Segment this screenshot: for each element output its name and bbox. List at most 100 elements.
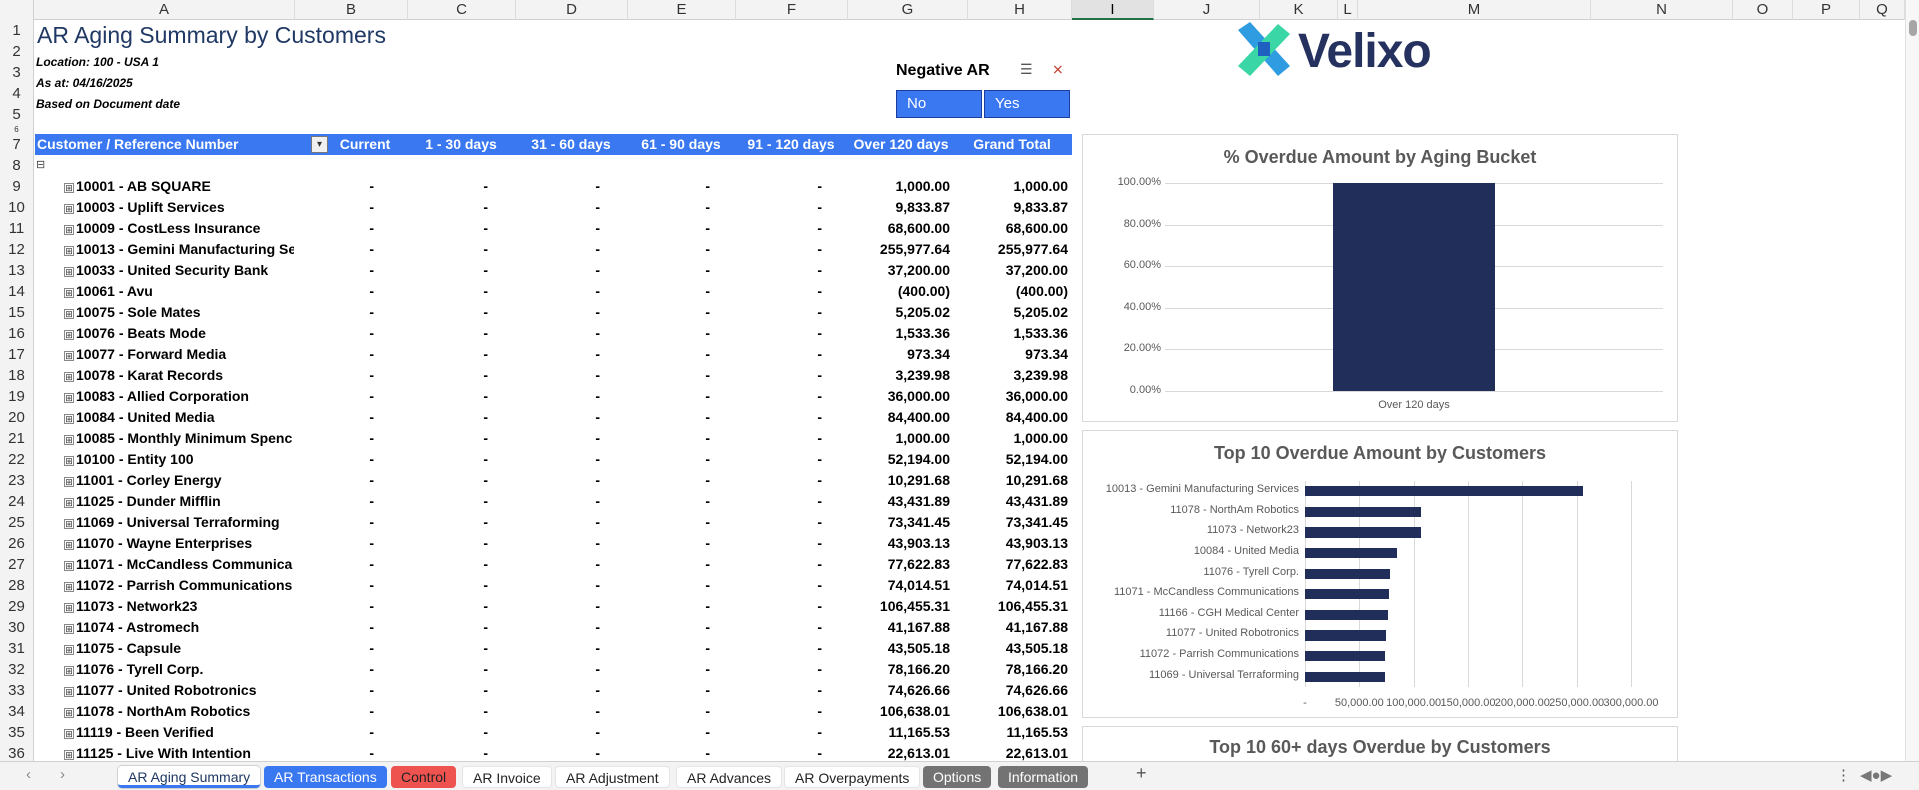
row-header[interactable]: 34 xyxy=(0,701,34,722)
row-header[interactable]: 11 xyxy=(0,218,34,239)
column-header-f[interactable]: F xyxy=(736,0,848,20)
row-header[interactable]: 7 xyxy=(0,134,34,155)
column-header-a[interactable]: A xyxy=(34,0,295,20)
sheet-tab-ar-transactions[interactable]: AR Transactions xyxy=(264,766,387,788)
next-sheet-icon[interactable]: › xyxy=(60,766,65,783)
customer-name[interactable]: ⊞ 11069 - Universal Terraforming xyxy=(64,512,294,533)
row-header[interactable]: 13 xyxy=(0,260,34,281)
customer-name[interactable]: ⊞ 10001 - AB SQUARE xyxy=(64,176,294,197)
bar-customer-overdue[interactable] xyxy=(1305,650,1386,662)
customer-name[interactable]: ⊞ 11073 - Network23 xyxy=(64,596,294,617)
customer-name[interactable]: ⊞ 10009 - CostLess Insurance xyxy=(64,218,294,239)
customer-name[interactable]: ⊞ 11075 - Capsule xyxy=(64,638,294,659)
customer-name[interactable]: ⊞ 10085 - Monthly Minimum Spenc xyxy=(64,428,294,449)
tab-scroll-control-icon[interactable]: ◀●▶ xyxy=(1860,766,1892,784)
row-header[interactable]: 22 xyxy=(0,449,34,470)
expand-row-icon[interactable]: ⊞ xyxy=(64,582,74,592)
row-header[interactable]: 18 xyxy=(0,365,34,386)
customer-name[interactable]: ⊞ 11076 - Tyrell Corp. xyxy=(64,659,294,680)
expand-row-icon[interactable]: ⊞ xyxy=(64,414,74,424)
slicer-option-no[interactable]: No xyxy=(896,90,982,118)
row-header[interactable]: 8 xyxy=(0,155,34,176)
customer-name[interactable]: ⊞ 10075 - Sole Mates xyxy=(64,302,294,323)
customer-name[interactable]: ⊞ 10061 - Avu xyxy=(64,281,294,302)
chart-overdue-by-bucket[interactable]: % Overdue Amount by Aging Bucket 0.00% 20.… xyxy=(1082,134,1678,422)
expand-row-icon[interactable]: ⊞ xyxy=(64,309,74,319)
expand-row-icon[interactable]: ⊞ xyxy=(64,708,74,718)
row-header[interactable]: 21 xyxy=(0,428,34,449)
row-header[interactable]: 23 xyxy=(0,470,34,491)
row-header[interactable]: 4 xyxy=(0,83,34,104)
expand-row-icon[interactable]: ⊞ xyxy=(64,750,74,760)
expand-row-icon[interactable]: ⊞ xyxy=(64,519,74,529)
expand-row-icon[interactable]: ⊞ xyxy=(64,666,74,676)
customer-name[interactable]: ⊞ 10100 - Entity 100 xyxy=(64,449,294,470)
column-header-g[interactable]: G xyxy=(848,0,968,20)
bar-customer-overdue[interactable] xyxy=(1305,547,1397,559)
row-header[interactable]: 32 xyxy=(0,659,34,680)
more-options-icon[interactable]: ⋮ xyxy=(1836,766,1851,784)
multi-select-icon[interactable]: ☰ xyxy=(1020,61,1033,78)
expand-row-icon[interactable]: ⊞ xyxy=(64,498,74,508)
row-header[interactable]: 9 xyxy=(0,176,34,197)
collapse-all-icon[interactable]: ⊟ xyxy=(36,155,50,176)
expand-row-icon[interactable]: ⊞ xyxy=(64,393,74,403)
chart-top10-overdue[interactable]: Top 10 Overdue Amount by Customers -50,00… xyxy=(1082,430,1678,718)
sheet-tab-ar-aging-summary[interactable]: AR Aging Summary xyxy=(118,766,261,788)
customer-name[interactable]: ⊞ 11001 - Corley Energy xyxy=(64,470,294,491)
expand-row-icon[interactable]: ⊞ xyxy=(64,561,74,571)
column-header-c[interactable]: C xyxy=(408,0,516,20)
row-header[interactable]: 6 xyxy=(0,125,34,134)
customer-name[interactable]: ⊞ 10084 - United Media xyxy=(64,407,294,428)
customer-name[interactable]: ⊞ 11072 - Parrish Communications xyxy=(64,575,294,596)
row-header[interactable]: 12 xyxy=(0,239,34,260)
expand-row-icon[interactable]: ⊞ xyxy=(64,288,74,298)
row-header[interactable]: 16 xyxy=(0,323,34,344)
select-all-corner[interactable] xyxy=(0,0,34,20)
row-header[interactable]: 29 xyxy=(0,596,34,617)
column-header-h[interactable]: H xyxy=(968,0,1072,20)
bar-customer-overdue[interactable] xyxy=(1305,630,1387,641)
filter-dropdown-icon[interactable]: ▾ xyxy=(311,136,328,153)
bar-customer-overdue[interactable] xyxy=(1305,568,1390,579)
row-header[interactable]: 28 xyxy=(0,575,34,596)
sheet-tab-information[interactable]: Information xyxy=(998,766,1089,788)
expand-row-icon[interactable]: ⊞ xyxy=(64,540,74,550)
prev-sheet-icon[interactable]: ‹ xyxy=(26,766,31,783)
customer-name[interactable]: ⊞ 10078 - Karat Records xyxy=(64,365,294,386)
row-header[interactable]: 25 xyxy=(0,512,34,533)
row-header[interactable]: 20 xyxy=(0,407,34,428)
sheet-tab-options[interactable]: Options xyxy=(923,766,992,788)
add-sheet-icon[interactable]: + xyxy=(1136,763,1147,784)
expand-row-icon[interactable]: ⊞ xyxy=(64,351,74,361)
bar-customer-overdue[interactable] xyxy=(1305,527,1421,538)
bar-customer-overdue[interactable] xyxy=(1305,589,1390,600)
expand-row-icon[interactable]: ⊞ xyxy=(64,330,74,340)
customer-name[interactable]: ⊞ 11025 - Dunder Mifflin xyxy=(64,491,294,512)
expand-row-icon[interactable]: ⊞ xyxy=(64,729,74,739)
row-header[interactable]: 35 xyxy=(0,722,34,743)
column-header-e[interactable]: E xyxy=(628,0,736,20)
slicer-option-yes[interactable]: Yes xyxy=(984,90,1070,118)
customer-name[interactable]: ⊞ 11071 - McCandless Communica xyxy=(64,554,294,575)
customer-name[interactable]: ⊞ 10033 - United Security Bank xyxy=(64,260,294,281)
column-header-k[interactable]: K xyxy=(1260,0,1338,20)
bar-customer-overdue[interactable] xyxy=(1305,486,1584,497)
row-header[interactable]: 10 xyxy=(0,197,34,218)
row-header[interactable]: 33 xyxy=(0,680,34,701)
bar-customer-overdue[interactable] xyxy=(1305,671,1385,682)
bar-over-120-days[interactable] xyxy=(1333,183,1495,391)
row-header[interactable]: 14 xyxy=(0,281,34,302)
column-header-m[interactable]: M xyxy=(1358,0,1591,20)
expand-row-icon[interactable]: ⊞ xyxy=(64,645,74,655)
column-header-d[interactable]: D xyxy=(516,0,628,20)
vertical-scrollbar[interactable] xyxy=(1905,0,1919,761)
row-header[interactable]: 1 xyxy=(0,20,34,41)
bar-customer-overdue[interactable] xyxy=(1305,609,1389,621)
customer-name[interactable]: ⊞ 11070 - Wayne Enterprises xyxy=(64,533,294,554)
row-header[interactable]: 15 xyxy=(0,302,34,323)
customer-name[interactable]: ⊞ 10013 - Gemini Manufacturing Se xyxy=(64,239,294,260)
expand-row-icon[interactable]: ⊞ xyxy=(64,435,74,445)
column-header-b[interactable]: B xyxy=(295,0,408,20)
sheet-tab-ar-invoice[interactable]: AR Invoice xyxy=(462,766,552,788)
